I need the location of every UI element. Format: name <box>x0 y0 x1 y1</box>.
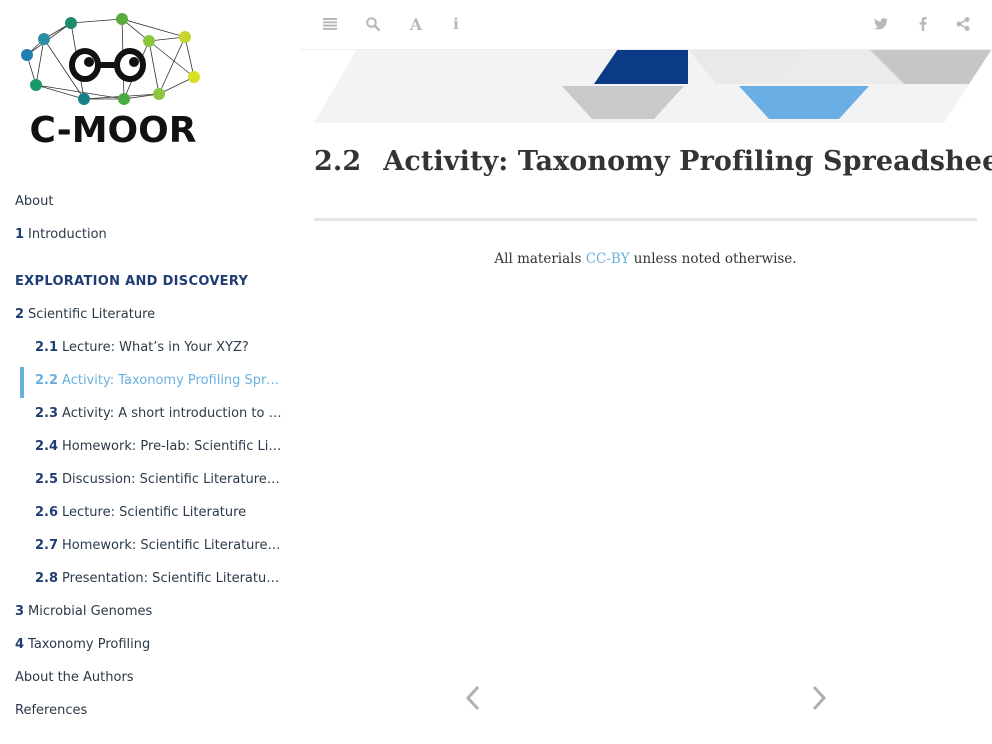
toc-item[interactable]: 2.1 Lecture: What’s in Your XYZ? <box>0 334 283 367</box>
toc-item-number: 1 <box>15 227 25 242</box>
table-of-contents: About 1 Introduction EXPLORATION AND DISCOV… <box>0 188 300 730</box>
toc-item-number: 2.7 <box>35 538 59 553</box>
license-suffix: unless noted otherwise. <box>629 251 797 267</box>
toc-item-number: 2.3 <box>35 406 59 421</box>
toc-item[interactable]: 3 Microbial Genomes <box>0 598 285 631</box>
toc-item-number: 2.1 <box>35 340 59 355</box>
toc-item-number: 2 <box>15 307 25 322</box>
twitter-icon[interactable] <box>871 14 891 34</box>
toc-item-label: Taxonomy Profiling <box>28 637 151 652</box>
toc-item[interactable]: 4 Taxonomy Profiling <box>0 631 285 664</box>
toc-item[interactable]: 2.4 Homework: Pre-lab: Scientific Lite… <box>0 433 283 466</box>
toc-item-label: Microbial Genomes <box>28 604 153 619</box>
toc-item-label: Discussion: Scientific Literature P… <box>62 472 283 487</box>
toc-item[interactable]: 2.5 Discussion: Scientific Literature P… <box>0 466 283 499</box>
toc-item[interactable]: 2.7 Homework: Scientific Literature A… <box>0 532 283 565</box>
toc-item[interactable]: About the Authors <box>0 664 285 697</box>
search-icon[interactable] <box>363 14 383 34</box>
toc-item[interactable]: 2.8 Presentation: Scientific Literature… <box>0 565 283 598</box>
toc-item-number: 3 <box>15 604 25 619</box>
toc-item-number: 2.6 <box>35 505 59 520</box>
license-prefix: All materials <box>494 251 586 267</box>
header-banner <box>314 49 992 123</box>
c-moor-logo[interactable]: C-MOOR <box>18 10 208 150</box>
toc-item-label: EXPLORATION AND DISCOVERY <box>15 274 249 289</box>
toc-item-label: References <box>15 703 88 718</box>
toc-item-label: Homework: Scientific Literature A… <box>62 538 283 553</box>
toc-item-label: Introduction <box>28 227 107 242</box>
logo-text: C-MOOR <box>30 110 197 150</box>
toc-item-number: 2.4 <box>35 439 59 454</box>
toc-item[interactable]: 2.3 Activity: A short introduction to G… <box>0 400 283 433</box>
cc-by-link[interactable]: CC-BY <box>586 251 630 267</box>
toc-item[interactable]: 2.6 Lecture: Scientific Literature <box>0 499 283 532</box>
toc-item-number: 2.5 <box>35 472 59 487</box>
info-icon[interactable]: i <box>446 14 466 34</box>
toc-item-label: Lecture: Scientific Literature <box>62 505 247 520</box>
toc-item[interactable]: References <box>0 697 285 730</box>
toc-item-number: 4 <box>15 637 25 652</box>
font-icon[interactable]: A <box>406 14 426 34</box>
toc-item[interactable]: 1 Introduction <box>0 221 285 254</box>
toc-item-label: Homework: Pre-lab: Scientific Lite… <box>62 439 283 454</box>
toc-item-label: Presentation: Scientific Literature… <box>62 571 283 586</box>
toc-item-label: About the Authors <box>15 670 134 685</box>
license-note: All materials CC-BY unless noted otherwi… <box>314 251 977 267</box>
toc-part-header: EXPLORATION AND DISCOVERY <box>0 268 285 301</box>
page-title: 2.2 Activity: Taxonomy Profiling Spreadsh… <box>314 146 992 177</box>
toc-item[interactable]: 2 Scientific Literature <box>0 301 285 334</box>
toc-item-number: 2.2 <box>35 373 59 388</box>
facebook-icon[interactable] <box>913 14 933 34</box>
toc-item[interactable]: 2.2 Activity: Taxonomy Profiling Spre… <box>0 367 283 400</box>
toc-item-number: 2.8 <box>35 571 59 586</box>
title-text: Activity: Taxonomy Profiling Spreadsheet <box>383 146 992 177</box>
toc-item-label: Lecture: What’s in Your XYZ? <box>62 340 249 355</box>
sidebar: C-MOOR About 1 Introduction EXPLORATION AND… <box>0 0 300 744</box>
toc-item-label: Activity: A short introduction to G… <box>62 406 283 421</box>
chevron-left-icon[interactable] <box>462 680 486 716</box>
toolbar: A i <box>300 0 992 50</box>
title-divider <box>314 218 977 221</box>
toc-item[interactable]: About <box>0 188 285 221</box>
chevron-right-icon[interactable] <box>806 680 830 716</box>
toc-item-label: Activity: Taxonomy Profiling Spre… <box>62 373 283 388</box>
menu-icon[interactable] <box>320 14 340 34</box>
toc-item-label: Scientific Literature <box>28 307 156 322</box>
toc-item-label: About <box>15 194 54 209</box>
section-number: 2.2 <box>314 146 362 177</box>
share-icon[interactable] <box>953 14 973 34</box>
